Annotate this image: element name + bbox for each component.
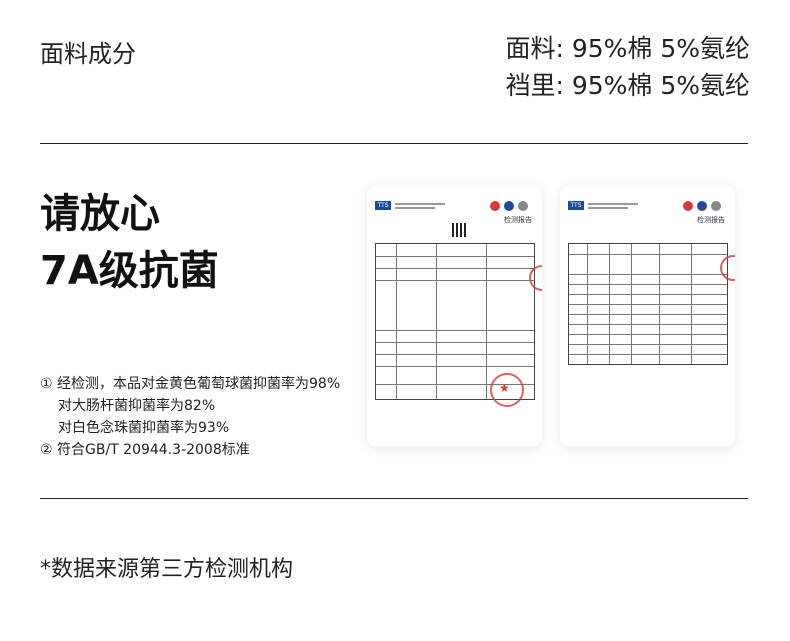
note-line-2: 对大肠杆菌抑菌率为82%: [58, 398, 216, 414]
divider-top: [40, 143, 748, 144]
qr-code-icon: [452, 223, 466, 237]
report-title: 检测报告: [697, 216, 725, 224]
note-line-4: ② 符合GB/T 20944.3-2008标准: [40, 442, 250, 458]
headline: 请放心 7A级抗菌: [40, 186, 219, 300]
cert-logos: [683, 201, 723, 211]
report-header-line: [395, 207, 435, 209]
report-header-line: [395, 203, 445, 205]
note-line-3: 对白色念珠菌抑菌率为93%: [58, 420, 230, 436]
fabric-line-outer: 面料: 95%棉 5%氨纶: [505, 34, 750, 63]
test-report-card-2: TTS 检测报告: [560, 185, 735, 447]
test-report-card-1: TTS 检测报告 ★: [367, 185, 542, 447]
report-table: [568, 243, 728, 365]
fabric-line-crotch: 裆里: 95%棉 5%氨纶: [505, 71, 750, 100]
fabric-composition: 面料: 95%棉 5%氨纶 裆里: 95%棉 5%氨纶: [505, 30, 750, 104]
note-line-1: ① 经检测，本品对金黄色葡萄球菌抑菌率为98%: [40, 376, 341, 392]
tts-logo: TTS: [568, 201, 584, 210]
star-icon: ★: [499, 381, 510, 395]
source-note: *数据来源第三方检测机构: [40, 557, 294, 582]
headline-line-1: 请放心: [40, 191, 160, 237]
report-header-line: [588, 203, 638, 205]
test-notes: ① 经检测，本品对金黄色葡萄球菌抑菌率为98% 对大肠杆菌抑菌率为82% 对白色…: [40, 373, 340, 461]
headline-line-2: 7A级抗菌: [40, 248, 219, 294]
tts-logo: TTS: [375, 201, 391, 210]
report-title: 检测报告: [504, 216, 532, 224]
divider-bottom: [40, 498, 748, 499]
cert-logos: [490, 201, 530, 211]
report-header-line: [588, 207, 628, 209]
fabric-label: 面料成分: [40, 40, 136, 68]
